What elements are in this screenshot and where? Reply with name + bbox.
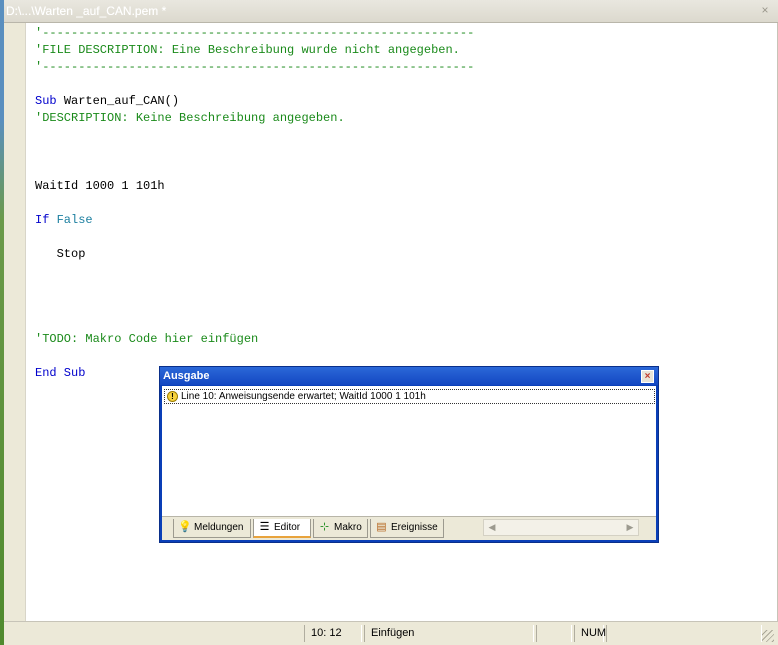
code-line[interactable]: [35, 76, 474, 93]
num-lock-indicator: NUM: [574, 625, 606, 642]
message-text: Line 10: Anweisungsende erwartet; WaitId…: [181, 391, 426, 402]
event-list-icon: ▤: [376, 521, 387, 533]
network-nodes-icon: ⊹: [319, 521, 330, 533]
code-line[interactable]: WaitId 1000 1 101h: [35, 178, 474, 195]
code-line[interactable]: 'DESCRIPTION: Keine Beschreibung angegeb…: [35, 110, 474, 127]
output-panel-body: ! Line 10: Anweisungsende erwartet; Wait…: [162, 386, 656, 540]
code-line[interactable]: [35, 229, 474, 246]
code-line[interactable]: [35, 348, 474, 365]
output-panel-title: Ausgabe: [163, 370, 210, 382]
output-panel: Ausgabe × ! Line 10: Anweisungsende erwa…: [159, 366, 659, 543]
code-text-area[interactable]: '---------------------------------------…: [35, 25, 474, 382]
output-tab-strip: 💡 Meldungen ☰ Editor ⊹ Makro ▤ Ereigniss…: [162, 516, 656, 540]
tab-label: Makro: [334, 522, 362, 533]
document-lines-icon: ☰: [259, 521, 270, 533]
code-line[interactable]: 'FILE DESCRIPTION: Eine Beschreibung wur…: [35, 42, 474, 59]
cursor-position: 10: 12: [304, 625, 362, 642]
tab-ereignisse[interactable]: ▤ Ereignisse: [370, 519, 444, 538]
tab-editor[interactable]: ☰ Editor: [253, 519, 311, 538]
code-line[interactable]: '---------------------------------------…: [35, 25, 474, 42]
status-empty-cell: [536, 625, 572, 642]
tab-makro[interactable]: ⊹ Makro: [313, 519, 368, 538]
warning-icon: !: [167, 391, 178, 402]
code-line[interactable]: [35, 314, 474, 331]
editor-gutter: [4, 23, 26, 621]
tab-scrollbar[interactable]: ◀ ▶: [483, 519, 639, 536]
tab-label: Ereignisse: [391, 522, 438, 533]
code-line[interactable]: If False: [35, 212, 474, 229]
document-title-bar: D:\...\Warten _auf_CAN.pem * ×: [4, 0, 778, 23]
code-line[interactable]: [35, 161, 474, 178]
message-row[interactable]: ! Line 10: Anweisungsende erwartet; Wait…: [164, 389, 655, 404]
code-line[interactable]: Stop: [35, 246, 474, 263]
close-icon[interactable]: ×: [641, 370, 654, 383]
code-line[interactable]: [35, 127, 474, 144]
tab-meldungen[interactable]: 💡 Meldungen: [173, 519, 251, 538]
code-line[interactable]: [35, 297, 474, 314]
scroll-right-icon[interactable]: ▶: [623, 521, 637, 534]
lightbulb-icon: 💡: [178, 521, 192, 533]
insert-mode: Einfügen: [364, 625, 534, 642]
resize-grip[interactable]: [762, 630, 774, 642]
tab-label: Meldungen: [194, 522, 244, 533]
scroll-left-icon[interactable]: ◀: [485, 521, 499, 534]
code-line[interactable]: [35, 195, 474, 212]
code-line[interactable]: Sub Warten_auf_CAN(): [35, 93, 474, 110]
close-icon[interactable]: ×: [758, 4, 772, 18]
tab-label: Editor: [274, 522, 301, 533]
status-empty-cell: [606, 625, 762, 642]
code-line[interactable]: [35, 280, 474, 297]
status-bar: 10: 12 Einfügen NUM: [4, 621, 778, 645]
output-panel-title-bar[interactable]: Ausgabe ×: [160, 367, 658, 385]
code-line[interactable]: [35, 263, 474, 280]
code-line[interactable]: 'TODO: Makro Code hier einfügen: [35, 331, 474, 348]
code-line[interactable]: [35, 144, 474, 161]
document-title: D:\...\Warten _auf_CAN.pem *: [6, 4, 167, 18]
code-line[interactable]: '---------------------------------------…: [35, 59, 474, 76]
